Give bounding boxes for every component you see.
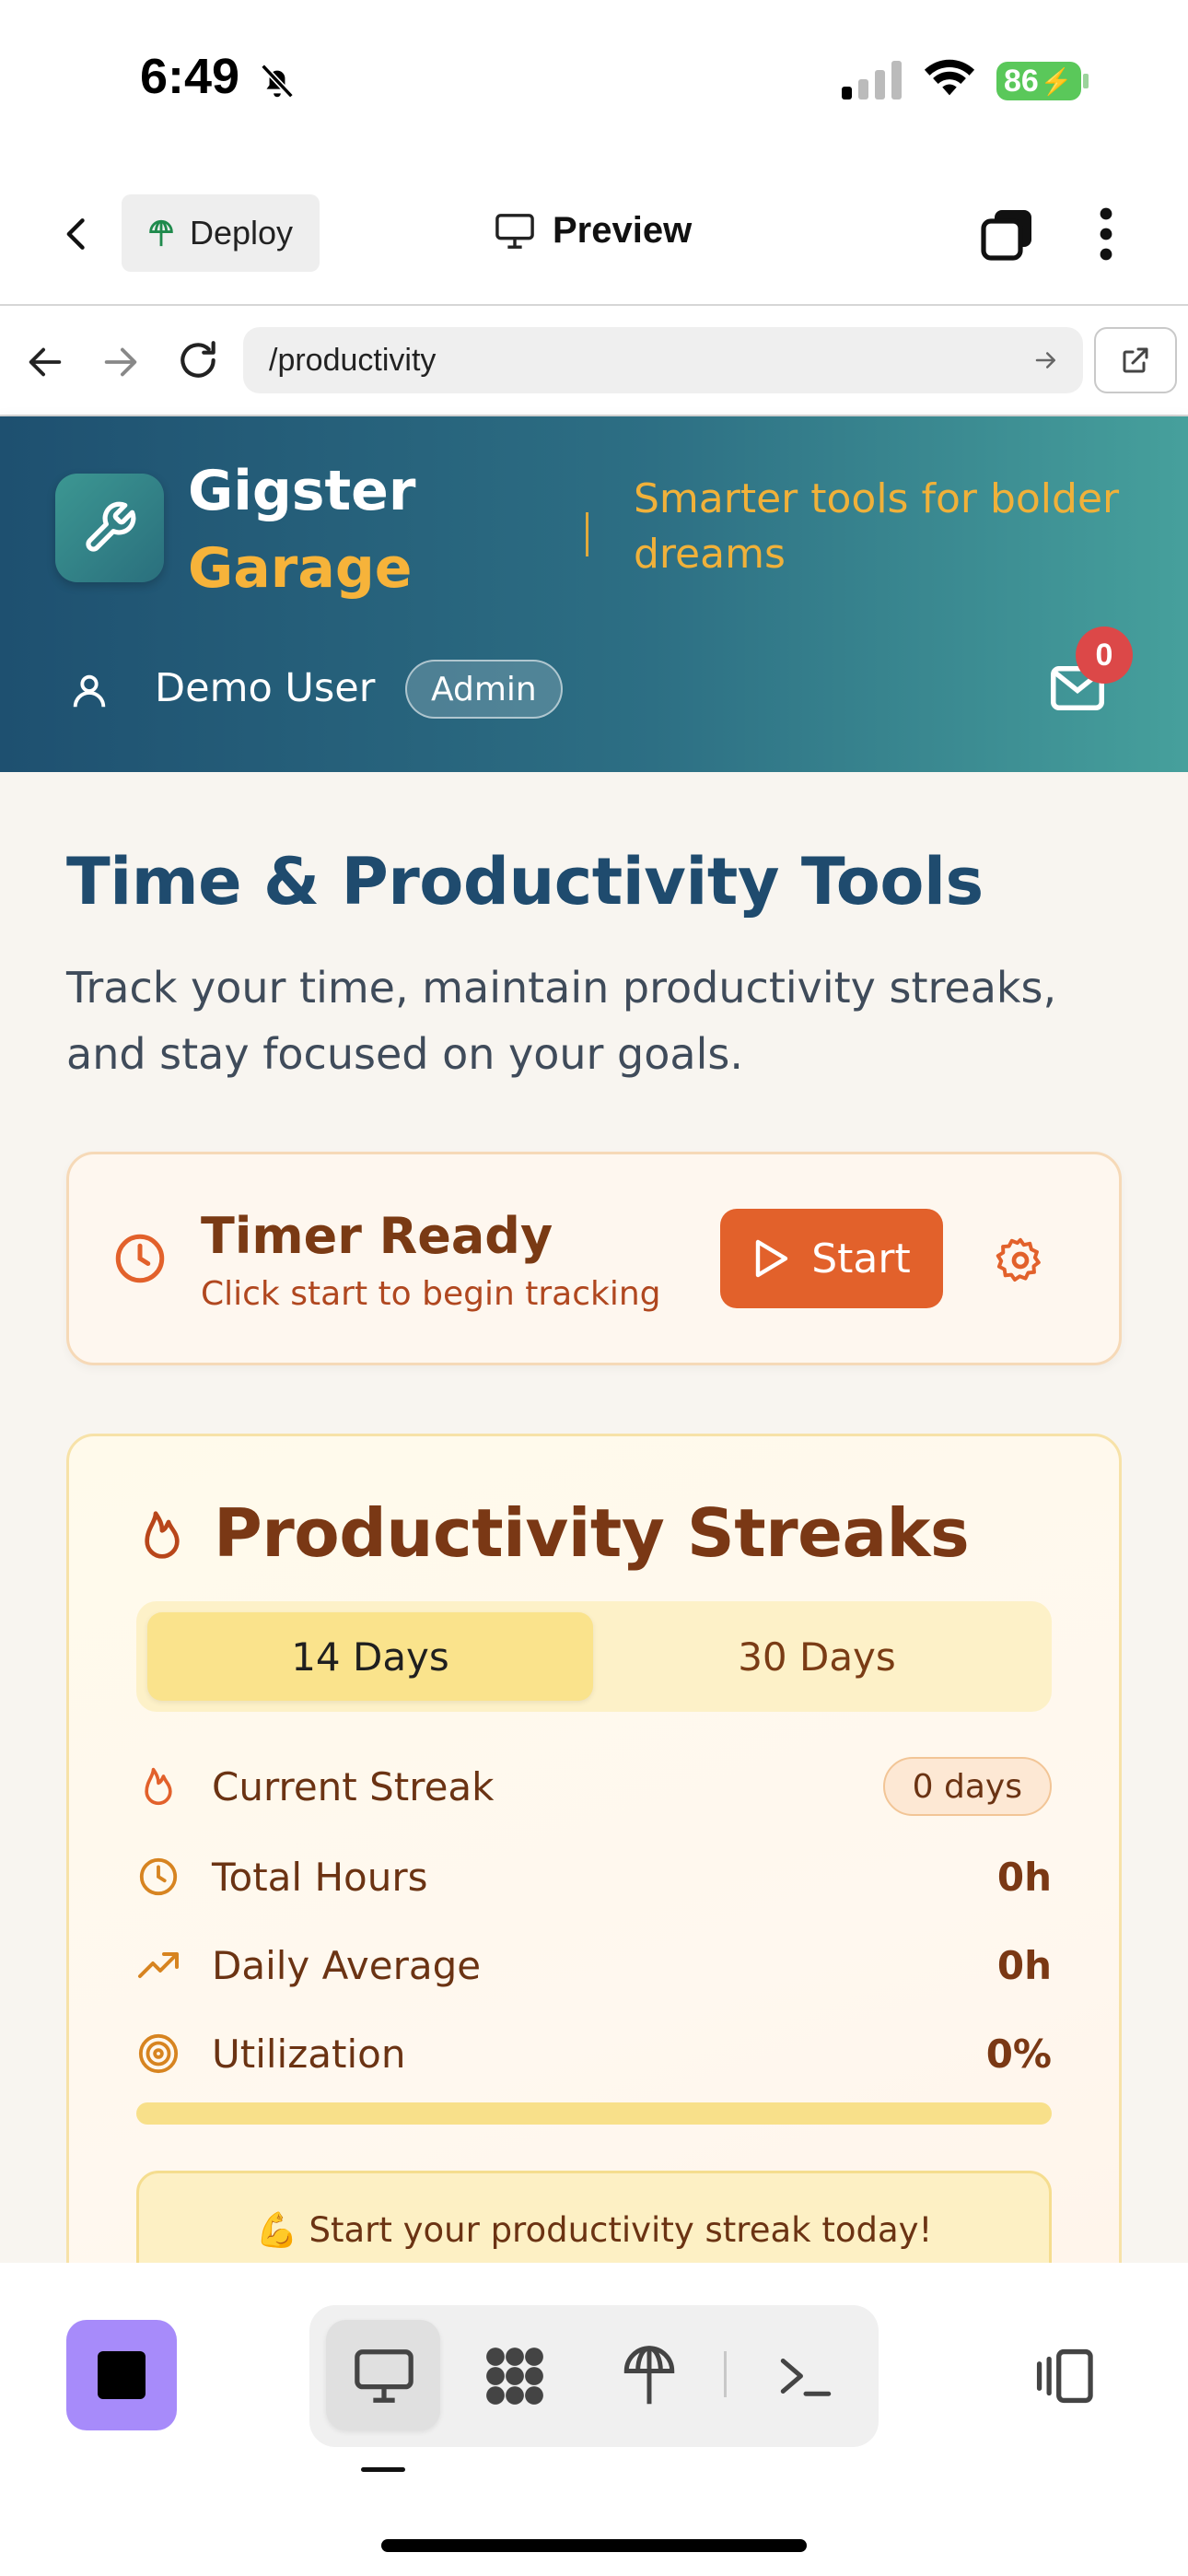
gear-icon[interactable] (995, 1235, 1046, 1286)
external-link-icon (1123, 347, 1148, 373)
url-field[interactable]: /productivity (243, 327, 1083, 393)
deploy-icon (623, 2346, 675, 2405)
view-workspace-button[interactable] (473, 2335, 556, 2418)
play-icon (756, 1239, 788, 1278)
stat-total-hours: Total Hours 0h (136, 1844, 1052, 1909)
terminal-icon (780, 2359, 832, 2396)
active-view-indicator (361, 2467, 405, 2472)
start-timer-button[interactable]: Start (720, 1209, 943, 1308)
monitor-icon (355, 2349, 413, 2403)
view-shell-button[interactable] (764, 2335, 847, 2418)
brand-name-line1: Gigster (188, 459, 416, 523)
deploy-button[interactable]: Deploy (122, 194, 320, 272)
stat-label: Total Hours (212, 1854, 428, 1900)
charging-bolt-icon: ⚡ (1040, 66, 1073, 96)
battery-indicator: 86 ⚡ (996, 62, 1081, 100)
clock-icon (115, 1234, 165, 1283)
app-logo[interactable] (55, 474, 164, 582)
timer-subtitle: Click start to begin tracking (201, 1275, 661, 1313)
stat-label: Current Streak (212, 1763, 495, 1809)
app-header (0, 416, 1188, 772)
streak-days-badge: 0 days (882, 1757, 1052, 1816)
tabs-icon[interactable] (978, 205, 1037, 263)
utilization-progress-bar (136, 2102, 1052, 2125)
tagline: Smarter tools for bolder dreams (634, 475, 1120, 578)
flame-icon (136, 1764, 181, 1809)
stat-value: 0h (996, 1854, 1052, 1900)
url-text: /productivity (269, 342, 437, 378)
role-badge: Admin (405, 660, 563, 719)
wifi-icon (924, 59, 975, 96)
preview-label: Preview (553, 210, 693, 251)
stop-button[interactable] (66, 2320, 177, 2430)
start-label: Start (811, 1235, 911, 1282)
deploy-icon (149, 219, 173, 247)
header-divider (586, 512, 588, 556)
stat-label: Utilization (212, 2031, 406, 2077)
deploy-label: Deploy (190, 214, 294, 252)
page-title: Time & Productivity Tools (66, 844, 984, 919)
stop-icon (98, 2351, 146, 2399)
timer-title: Timer Ready (201, 1207, 553, 1265)
view-preview-button[interactable] (343, 2335, 425, 2418)
tab-30-days[interactable]: 30 Days (593, 1612, 1041, 1701)
unread-count-badge: 0 (1076, 626, 1133, 684)
bell-muted-icon (261, 64, 294, 99)
status-time: 6:49 (140, 49, 240, 104)
agent-grid-icon (486, 2348, 543, 2405)
stat-label: Daily Average (212, 1942, 482, 1988)
stat-value: 0h (996, 1942, 1052, 1988)
brand-name-line2: Garage (188, 536, 413, 601)
user-icon (73, 674, 106, 708)
monitor-icon (495, 213, 534, 249)
user-name: Demo User (155, 665, 376, 711)
stat-utilization: Utilization 0% (136, 2021, 1052, 2086)
streaks-title: Productivity Streaks (214, 1494, 970, 1572)
go-arrow-icon[interactable] (1031, 346, 1061, 374)
trending-up-icon (136, 1943, 181, 1987)
battery-level: 86 (1004, 63, 1039, 99)
stat-daily-average: Daily Average 0h (136, 1933, 1052, 1997)
target-icon (136, 2032, 181, 2076)
view-deploy-button[interactable] (608, 2335, 691, 2418)
wrench-icon (86, 501, 136, 552)
preview-title: Preview (494, 210, 692, 252)
page-subtitle: Track your time, maintain productivity s… (66, 963, 1057, 1079)
cellular-signal-icon (842, 61, 902, 100)
open-external-button[interactable] (1094, 327, 1177, 393)
browser-forward-icon[interactable] (99, 341, 142, 383)
clock-icon (136, 1855, 181, 1899)
stat-value: 0% (985, 2031, 1052, 2077)
tab-14-days[interactable]: 14 Days (147, 1612, 593, 1701)
stat-current-streak: Current Streak 0 days (136, 1754, 1052, 1819)
panel-toggle-icon[interactable] (1030, 2346, 1098, 2406)
home-indicator (381, 2539, 807, 2552)
back-chevron-icon[interactable] (57, 210, 98, 258)
flame-icon (145, 1511, 180, 1559)
browser-back-icon[interactable] (24, 341, 66, 383)
more-vertical-icon[interactable] (1092, 205, 1120, 263)
toolbar-separator (724, 2351, 727, 2397)
reload-icon[interactable] (175, 337, 221, 383)
battery-cap (1083, 74, 1089, 88)
